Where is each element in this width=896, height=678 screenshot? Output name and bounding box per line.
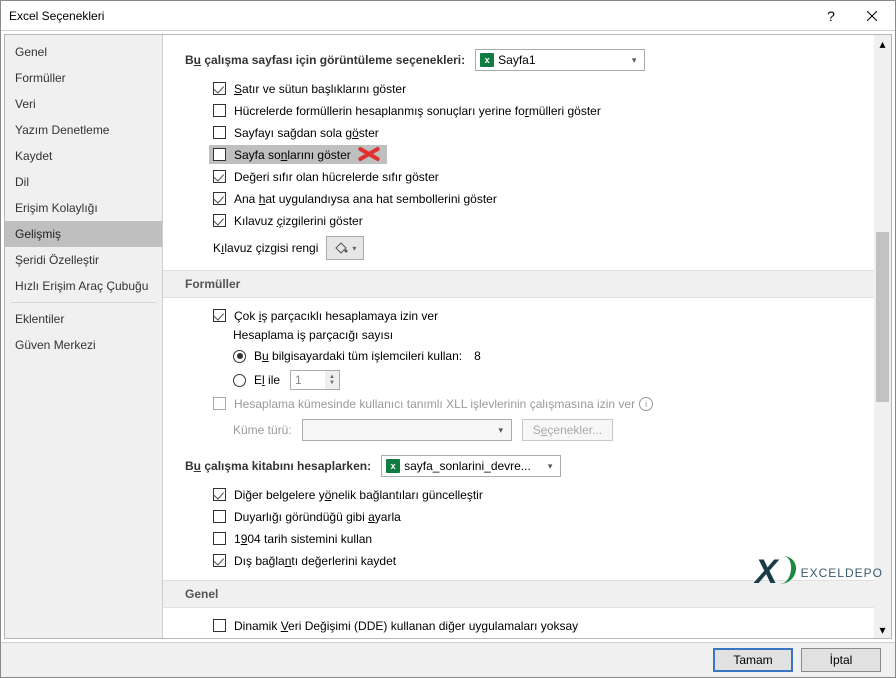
check-rtl-sheet[interactable]: Sayfayı sağdan sola göster bbox=[213, 123, 875, 142]
checkbox-icon bbox=[213, 214, 226, 227]
window-title: Excel Seçenekleri bbox=[9, 9, 813, 23]
display-worksheet-label: Bu çalışma sayfası için görüntüleme seçe… bbox=[185, 53, 465, 67]
excel-workbook-icon: x bbox=[386, 459, 400, 473]
category-sidebar: Genel Formüller Veri Yazım Denetleme Kay… bbox=[5, 35, 163, 638]
workbook-selector[interactable]: x sayfa_sonlarini_devre... ▾ bbox=[381, 455, 561, 477]
threads-label: Hesaplama iş parçacığı sayısı bbox=[233, 328, 875, 342]
group-header-formulas: Formüller bbox=[163, 270, 891, 298]
info-icon[interactable]: i bbox=[639, 397, 653, 411]
dialog-footer: Tamam İptal bbox=[1, 642, 895, 677]
gridline-color-row: Kılavuz çizgisi rengi ▾ bbox=[213, 236, 875, 260]
gridline-color-picker[interactable]: ▾ bbox=[326, 236, 364, 260]
sidebar-item-proofing[interactable]: Yazım Denetleme bbox=[5, 117, 162, 143]
checkbox-icon bbox=[213, 192, 226, 205]
sidebar-item-save[interactable]: Kaydet bbox=[5, 143, 162, 169]
check-page-breaks[interactable]: Sayfa sonlarını göster bbox=[209, 145, 387, 164]
check-show-formulas[interactable]: Hücrelerde formüllerin hesaplanmış sonuç… bbox=[213, 101, 875, 120]
dialog-body: Genel Formüller Veri Yazım Denetleme Kay… bbox=[4, 34, 892, 639]
workbook-name: sayfa_sonlarini_devre... bbox=[404, 459, 542, 473]
sidebar-item-general[interactable]: Genel bbox=[5, 39, 162, 65]
radio-manual-threads[interactable]: El ile 1 ▲▼ bbox=[233, 370, 875, 390]
chevron-down-icon: ▾ bbox=[626, 55, 642, 66]
check-precision-displayed[interactable]: Duyarlığı göründüğü gibi ayarla bbox=[213, 507, 875, 526]
checkbox-icon bbox=[213, 510, 226, 523]
sidebar-item-customize-ribbon[interactable]: Şeridi Özelleştir bbox=[5, 247, 162, 273]
checkbox-icon bbox=[213, 126, 226, 139]
check-1904-date[interactable]: 1904 tarih sistemini kullan bbox=[213, 529, 875, 548]
sidebar-item-accessibility[interactable]: Erişim Kolaylığı bbox=[5, 195, 162, 221]
excel-sheet-icon: x bbox=[480, 53, 494, 67]
check-update-links[interactable]: Diğer belgelere yönelik bağlantıları gün… bbox=[213, 485, 875, 504]
checkbox-icon bbox=[213, 554, 226, 567]
checkbox-icon bbox=[213, 488, 226, 501]
check-outline-symbols[interactable]: Ana hat uygulandıysa ana hat sembollerin… bbox=[213, 189, 875, 208]
sidebar-item-advanced[interactable]: Gelişmiş bbox=[5, 221, 162, 247]
vertical-scrollbar[interactable]: ▴ ▾ bbox=[874, 35, 891, 638]
checkbox-icon bbox=[213, 170, 226, 183]
close-icon bbox=[867, 11, 877, 21]
check-ignore-dde[interactable]: Dinamik Veri Değişimi (DDE) kullanan diğ… bbox=[213, 616, 875, 635]
cancel-button[interactable]: İptal bbox=[801, 648, 881, 672]
sidebar-item-data[interactable]: Veri bbox=[5, 91, 162, 117]
radio-icon bbox=[233, 350, 246, 363]
spinner-arrows-icon: ▲▼ bbox=[325, 371, 339, 389]
sidebar-item-quick-access[interactable]: Hızlı Erişim Araç Çubuğu bbox=[5, 273, 162, 299]
annotation-red-x-icon bbox=[357, 144, 381, 164]
cluster-type-row: Küme türü: ▾ Seçenekler... bbox=[233, 419, 875, 441]
ok-button[interactable]: Tamam bbox=[713, 648, 793, 672]
worksheet-name: Sayfa1 bbox=[498, 53, 626, 67]
chevron-down-icon: ▾ bbox=[493, 425, 509, 436]
chevron-down-icon: ▾ bbox=[352, 244, 356, 253]
sidebar-item-language[interactable]: Dil bbox=[5, 169, 162, 195]
cluster-type-label: Küme türü: bbox=[233, 423, 292, 437]
sidebar-item-addins[interactable]: Eklentiler bbox=[5, 306, 162, 332]
check-gridlines[interactable]: Kılavuz çizgilerini göster bbox=[213, 211, 875, 230]
calc-workbook-header-row: Bu çalışma kitabını hesaplarken: x sayfa… bbox=[185, 455, 875, 477]
check-row-column-headers[interactable]: Satır ve sütun başlıklarını göster bbox=[213, 79, 875, 98]
check-show-zero[interactable]: Değeri sıfır olan hücrelerde sıfır göste… bbox=[213, 167, 875, 186]
check-xll-cluster: Hesaplama kümesinde kullanıcı tanımlı XL… bbox=[213, 394, 875, 413]
sidebar-item-formulas[interactable]: Formüller bbox=[5, 65, 162, 91]
titlebar: Excel Seçenekleri ? bbox=[1, 1, 895, 31]
scroll-thumb[interactable] bbox=[876, 232, 889, 402]
scroll-up-icon[interactable]: ▴ bbox=[874, 35, 891, 52]
display-worksheet-header-row: Bu çalışma sayfası için görüntüleme seçe… bbox=[185, 49, 875, 71]
help-button[interactable]: ? bbox=[813, 1, 849, 31]
checkbox-icon bbox=[213, 309, 226, 322]
checkbox-icon bbox=[213, 82, 226, 95]
paint-bucket-icon bbox=[334, 241, 348, 255]
processor-count: 8 bbox=[474, 349, 481, 363]
checkbox-icon bbox=[213, 148, 226, 161]
gridline-color-label: Kılavuz çizgisi rengi bbox=[213, 241, 318, 255]
checkbox-icon bbox=[213, 104, 226, 117]
radio-all-processors[interactable]: Bu bilgisayardaki tüm işlemcileri kullan… bbox=[233, 346, 875, 366]
chevron-down-icon: ▾ bbox=[542, 461, 558, 472]
radio-icon bbox=[233, 374, 246, 387]
excel-options-dialog: Excel Seçenekleri ? Genel Formüller Veri… bbox=[0, 0, 896, 678]
thread-count-spinner[interactable]: 1 ▲▼ bbox=[290, 370, 340, 390]
close-button[interactable] bbox=[849, 1, 895, 31]
sidebar-separator bbox=[11, 302, 156, 303]
sidebar-item-trust-center[interactable]: Güven Merkezi bbox=[5, 332, 162, 358]
calc-workbook-label: Bu çalışma kitabını hesaplarken: bbox=[185, 459, 371, 473]
cluster-options-button: Seçenekler... bbox=[522, 419, 613, 441]
group-header-general: Genel bbox=[163, 580, 891, 608]
options-panel: Bu çalışma sayfası için görüntüleme seçe… bbox=[163, 35, 891, 638]
checkbox-icon bbox=[213, 532, 226, 545]
checkbox-icon bbox=[213, 619, 226, 632]
check-save-external-links[interactable]: Dış bağlantı değerlerini kaydet bbox=[213, 551, 875, 570]
cluster-type-combo: ▾ bbox=[302, 419, 512, 441]
scroll-track[interactable] bbox=[874, 52, 891, 621]
checkbox-icon bbox=[213, 397, 226, 410]
check-multithread[interactable]: Çok iş parçacıklı hesaplamaya izin ver bbox=[213, 306, 875, 325]
scroll-down-icon[interactable]: ▾ bbox=[874, 621, 891, 638]
worksheet-selector[interactable]: x Sayfa1 ▾ bbox=[475, 49, 645, 71]
